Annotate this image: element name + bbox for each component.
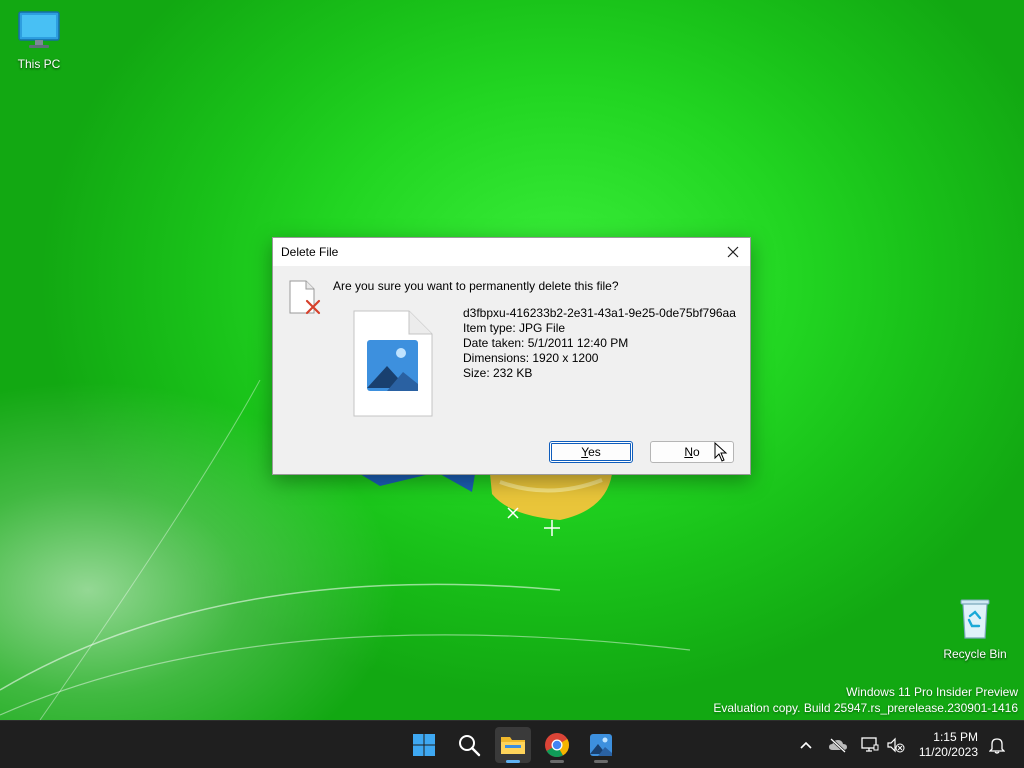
cloud-offline-icon bbox=[829, 738, 847, 753]
file-item-type: Item type: JPG File bbox=[463, 321, 566, 335]
no-button-mnemonic: N bbox=[684, 445, 693, 459]
volume-tray-icon-button[interactable] bbox=[886, 735, 906, 755]
system-clock[interactable]: 1:15 PM 11/20/2023 bbox=[919, 730, 978, 760]
delete-file-dialog: Delete File Are you sure you want to per… bbox=[272, 237, 751, 475]
onedrive-tray-icon-button[interactable] bbox=[828, 735, 848, 755]
file-size: Size: 232 KB bbox=[463, 366, 533, 380]
yes-button[interactable]: Yes bbox=[549, 441, 633, 463]
delete-file-warning-icon bbox=[289, 280, 321, 315]
close-icon bbox=[727, 246, 739, 258]
chrome-taskbar-button[interactable] bbox=[539, 727, 575, 763]
file-explorer-active-indicator bbox=[506, 760, 520, 763]
recycle-bin-desktop-icon[interactable]: Recycle Bin bbox=[937, 596, 1013, 661]
file-details: d3fbpxu-416233b2-2e31-43a1-9e25-0de75bf7… bbox=[463, 306, 736, 381]
clock-date: 11/20/2023 bbox=[918, 745, 978, 759]
chrome-icon bbox=[545, 733, 569, 758]
speaker-muted-icon bbox=[887, 737, 905, 753]
photos-running-indicator bbox=[594, 760, 608, 763]
monitor-icon bbox=[18, 11, 60, 48]
chrome-running-indicator bbox=[550, 760, 564, 763]
windows-logo-icon bbox=[413, 734, 435, 756]
this-pc-desktop-icon[interactable]: This PC bbox=[1, 10, 77, 71]
delete-confirmation-question: Are you sure you want to permanently del… bbox=[333, 279, 619, 293]
recycle-bin-label: Recycle Bin bbox=[943, 647, 1007, 661]
yes-button-label-rest: es bbox=[588, 445, 601, 459]
file-explorer-icon bbox=[501, 737, 525, 754]
dialog-titlebar[interactable]: Delete File bbox=[273, 238, 750, 266]
windows-watermark: Windows 11 Pro Insider Preview Evaluatio… bbox=[713, 684, 1018, 716]
watermark-line-1: Windows 11 Pro Insider Preview bbox=[846, 685, 1018, 699]
dialog-title: Delete File bbox=[281, 245, 339, 259]
close-button[interactable] bbox=[716, 238, 750, 266]
search-icon bbox=[459, 735, 481, 757]
network-tray-icon-button[interactable] bbox=[860, 735, 880, 755]
file-date-taken: Date taken: 5/1/2011 12:40 PM bbox=[463, 336, 629, 350]
clock-time: 1:15 PM bbox=[933, 730, 978, 744]
file-dimensions: Dimensions: 1920 x 1200 bbox=[463, 351, 599, 365]
start-button[interactable] bbox=[406, 727, 442, 763]
photos-taskbar-button[interactable] bbox=[583, 727, 619, 763]
no-button-label-rest: o bbox=[692, 445, 700, 459]
file-explorer-taskbar-button[interactable] bbox=[495, 727, 531, 763]
watermark-line-2: Evaluation copy. Build 25947.rs_prerelea… bbox=[713, 701, 1018, 715]
this-pc-label: This PC bbox=[17, 57, 61, 71]
recycle-bin-icon bbox=[960, 599, 990, 639]
taskbar: 1:15 PM 11/20/2023 bbox=[0, 720, 1024, 768]
chevron-up-icon bbox=[800, 741, 812, 749]
search-button[interactable] bbox=[451, 727, 487, 763]
photos-icon bbox=[590, 734, 612, 756]
notifications-button[interactable] bbox=[987, 735, 1007, 755]
file-name: d3fbpxu-416233b2-2e31-43a1-9e25-0de75bf7… bbox=[463, 306, 736, 320]
network-monitor-icon bbox=[861, 737, 879, 752]
show-hidden-icons-button[interactable] bbox=[796, 735, 816, 755]
image-file-thumbnail-icon bbox=[353, 310, 433, 417]
bell-icon bbox=[989, 738, 1005, 754]
mouse-cursor-icon bbox=[714, 442, 728, 462]
